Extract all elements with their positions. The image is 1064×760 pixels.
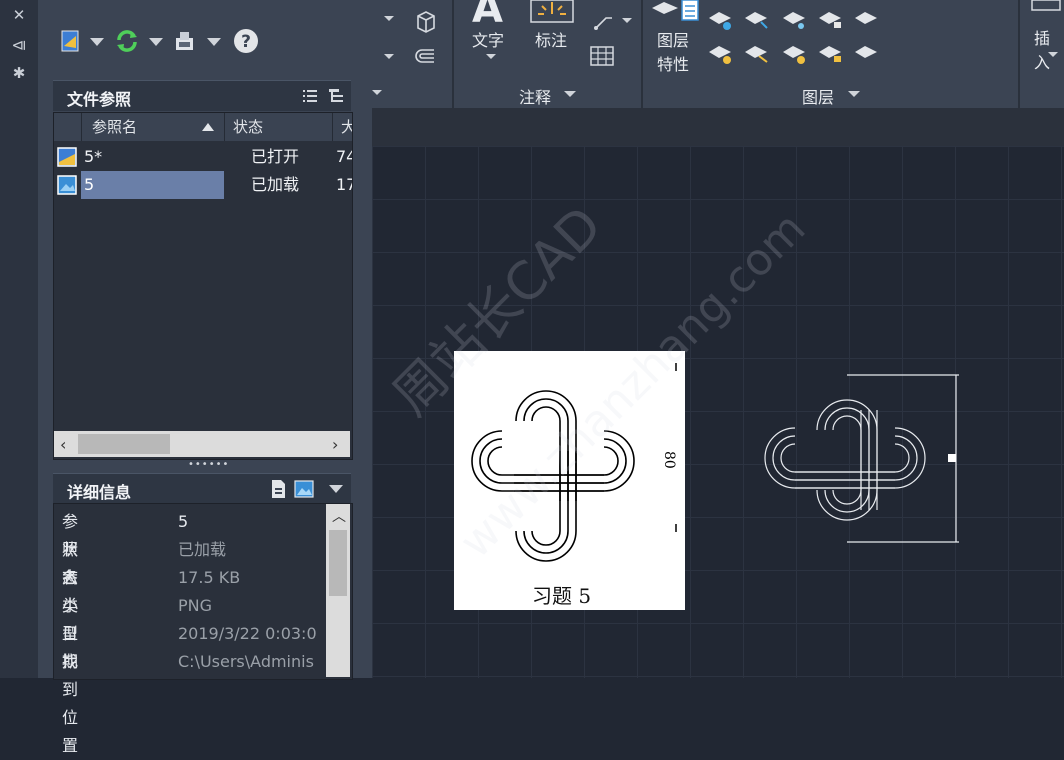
column-header-icon <box>54 113 82 141</box>
layer-tools-icons[interactable] <box>707 8 877 68</box>
ribbon-divider <box>641 0 643 108</box>
leader-dropdown-icon[interactable] <box>622 18 632 23</box>
annotation-dropdown-icon[interactable] <box>564 91 576 97</box>
details-view-icon[interactable] <box>269 479 287 499</box>
horizontal-scrollbar[interactable]: ‹ › <box>54 431 350 457</box>
3d-box-icon[interactable] <box>412 8 438 34</box>
change-path-icon[interactable] <box>172 28 198 54</box>
column-header-name[interactable]: 参照名 <box>82 113 225 141</box>
dwg-file-icon <box>57 147 77 167</box>
ribbon: A 文字 标注 注释 图层 特性 图层 插入 <box>372 0 1064 108</box>
reference-list: 参照名 状态 大 5* 已打开 74 5 已加载 17 ‹ › <box>53 112 353 460</box>
file-references-header: 文件参照 <box>53 80 351 111</box>
text-dropdown-icon[interactable] <box>486 54 496 59</box>
insert-block-icon[interactable] <box>1028 0 1064 14</box>
details-title: 详细信息 <box>67 483 132 502</box>
details-header: 详细信息 <box>53 473 351 504</box>
scrollbar-thumb[interactable] <box>329 530 347 596</box>
image-caption: 习题 5 <box>532 584 592 608</box>
attach-dwg-icon[interactable] <box>58 28 84 54</box>
vertical-scrollbar[interactable]: ︿ <box>326 504 350 677</box>
details-dropdown-icon[interactable] <box>329 485 343 493</box>
dimension-tool-icon[interactable] <box>530 0 574 24</box>
annotation-panel-label[interactable]: 注释 <box>519 84 551 108</box>
splitter-grip[interactable]: •••••• <box>188 460 228 470</box>
more-dropdown-icon[interactable] <box>384 54 394 59</box>
tree-view-icon[interactable] <box>327 87 345 105</box>
image-dimension-text: 80 <box>661 451 677 469</box>
table-row-selected[interactable]: 5 已加载 17 <box>54 171 352 199</box>
help-icon[interactable]: ? <box>233 28 259 54</box>
attach-dropdown-icon[interactable] <box>90 38 104 46</box>
image-file-icon <box>57 175 77 195</box>
selection-highlight <box>81 171 224 199</box>
svg-text:?: ? <box>241 32 251 52</box>
scroll-up-icon[interactable]: ︿ <box>332 506 346 526</box>
drawn-knot-geometry[interactable] <box>755 370 965 546</box>
panel-dropdown-icon[interactable] <box>372 90 382 95</box>
section-title: 文件参照 <box>67 90 132 109</box>
arc-tool-icon[interactable] <box>412 44 438 70</box>
ribbon-divider <box>452 0 454 108</box>
dimension-tool-label[interactable]: 标注 <box>535 27 567 51</box>
autohide-icon[interactable]: ⧏ <box>10 36 28 54</box>
tab-bar <box>372 108 1064 146</box>
column-header-size[interactable]: 大 <box>333 113 352 141</box>
scroll-right-icon[interactable]: › <box>332 435 338 454</box>
scroll-left-icon[interactable]: ‹ <box>60 435 66 454</box>
gear-icon[interactable]: ✱ <box>10 64 28 82</box>
palette-side-strip: ✕ ⧏ ✱ <box>0 0 39 678</box>
layer-properties-icon[interactable] <box>650 0 700 22</box>
leader-tool-icon[interactable] <box>592 10 626 32</box>
table-row[interactable]: 5* 已打开 74 <box>54 143 352 171</box>
more-dropdown-icon[interactable] <box>384 16 394 21</box>
layers-panel-label[interactable]: 图层 <box>802 84 834 108</box>
layer-properties-label-2[interactable]: 特性 <box>657 51 689 75</box>
layer-properties-label-1[interactable]: 图层 <box>657 27 689 51</box>
sort-ascending-icon <box>202 123 214 131</box>
external-references-palette: ? 文件参照 参照名 状态 大 5* 已打开 74 5 已加载 17 ‹ › •… <box>38 0 373 755</box>
preview-view-icon[interactable] <box>294 479 314 499</box>
change-path-dropdown-icon[interactable] <box>207 38 221 46</box>
insert-label[interactable]: 插入 <box>1034 25 1064 73</box>
refresh-dropdown-icon[interactable] <box>149 38 163 46</box>
text-tool-label[interactable]: 文字 <box>472 27 504 51</box>
details-panel: 参照名 5 状态 已加载 大小 17.5 KB 类型 PNG 日期 2019/3… <box>53 503 353 755</box>
list-view-icon[interactable] <box>301 87 319 105</box>
close-icon[interactable]: ✕ <box>10 6 28 24</box>
scrollbar-thumb[interactable] <box>78 434 170 454</box>
refresh-icon[interactable] <box>114 28 140 54</box>
column-header-status[interactable]: 状态 <box>225 113 333 141</box>
insert-dropdown-icon[interactable] <box>1048 52 1058 57</box>
ribbon-divider <box>1018 0 1020 108</box>
table-tool-icon[interactable] <box>590 46 614 66</box>
grip-handle[interactable] <box>948 454 956 462</box>
layers-dropdown-icon[interactable] <box>848 91 860 97</box>
